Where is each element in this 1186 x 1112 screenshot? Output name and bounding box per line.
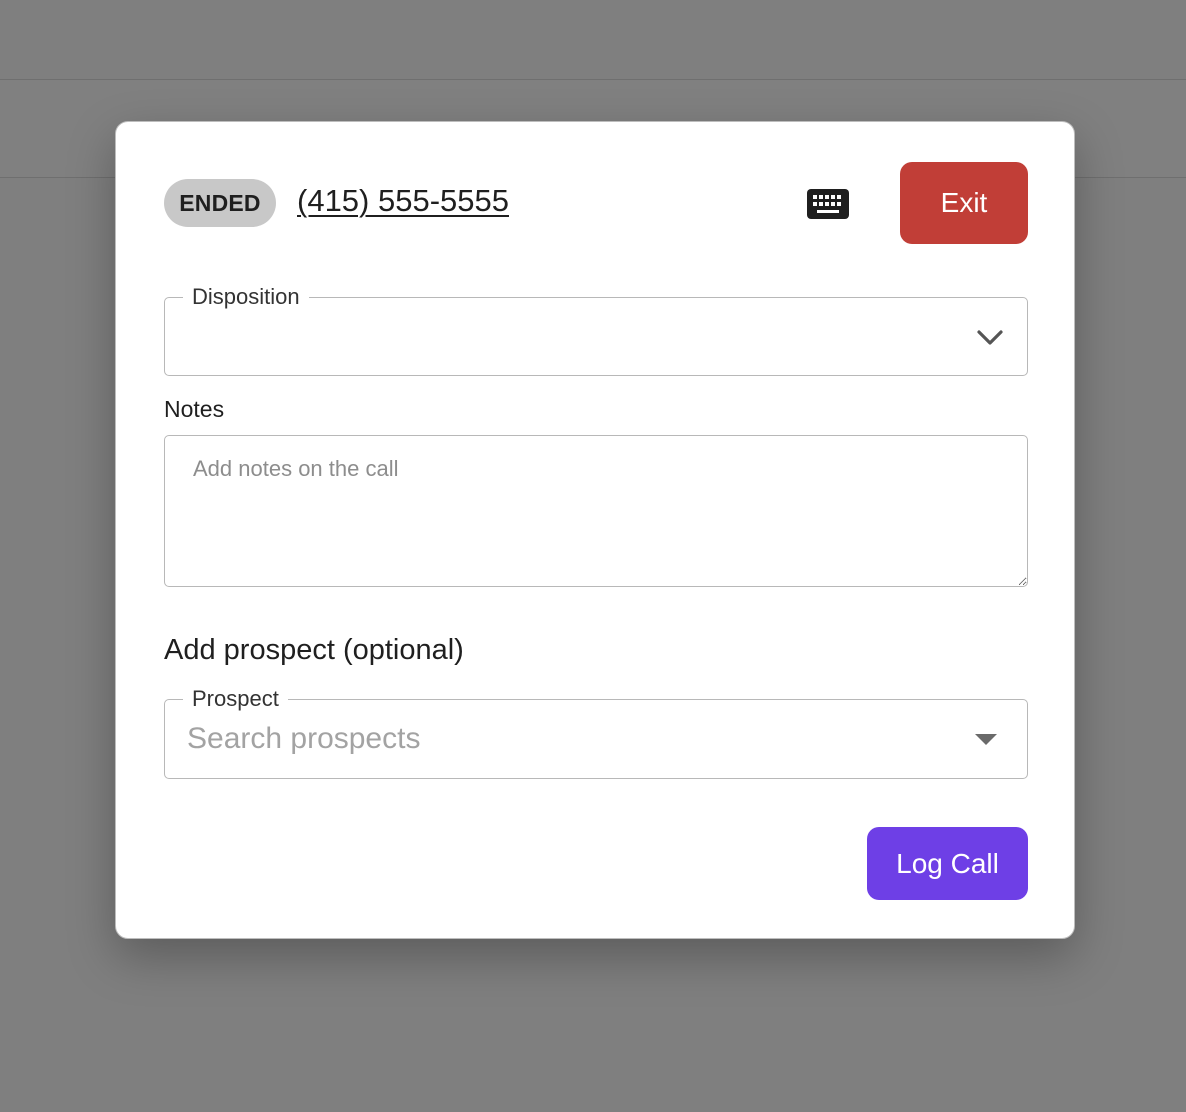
caret-down-icon[interactable] <box>975 734 997 745</box>
background-header <box>0 0 1186 80</box>
prospect-section-title: Add prospect (optional) <box>164 634 464 666</box>
keyboard-icon[interactable] <box>806 188 850 220</box>
phone-number-link[interactable]: (415) 555-5555 <box>297 183 509 219</box>
log-call-button[interactable]: Log Call <box>867 827 1028 900</box>
notes-textarea[interactable] <box>164 435 1028 587</box>
chevron-down-icon <box>977 330 1003 345</box>
disposition-select[interactable]: Disposition <box>164 283 1028 376</box>
call-status-badge: ENDED <box>164 179 276 227</box>
notes-label: Notes <box>164 396 225 422</box>
exit-button[interactable]: Exit <box>900 162 1028 244</box>
prospect-select[interactable]: Prospect <box>164 685 1028 779</box>
call-log-dialog: ENDED (415) 555-5555 Exit Disposition No… <box>115 121 1075 939</box>
prospect-search-input[interactable] <box>187 718 947 760</box>
prospect-label: Prospect <box>183 685 288 713</box>
disposition-label: Disposition <box>183 283 309 311</box>
